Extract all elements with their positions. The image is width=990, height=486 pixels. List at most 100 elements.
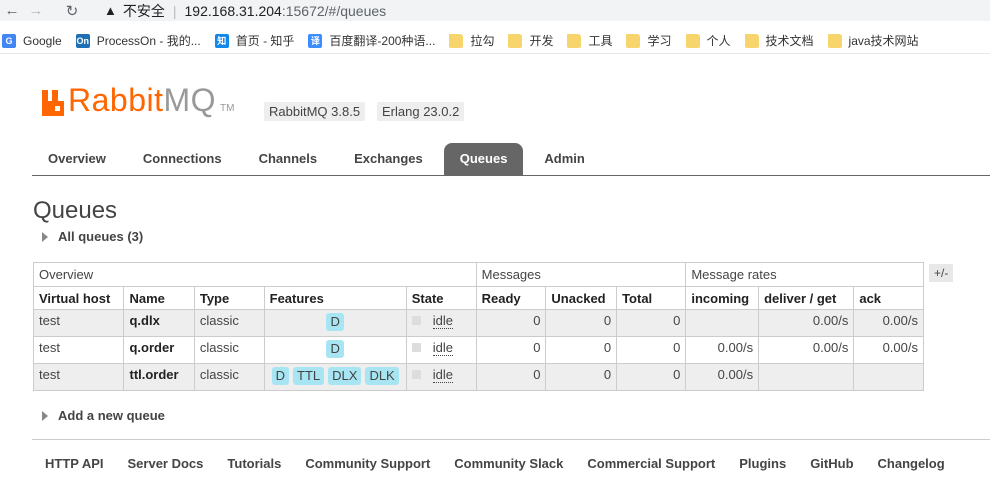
col-type[interactable]: Type [193,286,265,310]
bookmark-item[interactable]: On ProcessOn - 我的... [75,32,211,49]
state-label: idle [432,367,453,383]
cell-ready: 0 [475,309,547,337]
logo-mq-text: MQ [163,82,217,118]
cell-features: D TTL DLX DLK [263,363,407,391]
url-path: :15672/#/queues [281,2,387,19]
address-bar[interactable]: ▲ 不安全 | 192.168.31.204:15672/#/queues [96,0,990,21]
bookmark-label: 技术文档 [765,34,814,48]
footer-link-community-slack[interactable]: Community Slack [454,456,563,471]
table-group-header: Overview Messages Message rates [33,262,924,287]
feature-badge[interactable]: D [326,340,344,358]
col-ack[interactable]: ack [853,286,924,310]
footer-link-tutorials[interactable]: Tutorials [227,456,281,471]
state-indicator-icon [411,370,421,379]
browser-toolbar: ← → ↻ ▲ 不安全 | 192.168.31.204:15672/#/que… [0,0,990,21]
cell-ack [853,363,924,391]
column-options-button[interactable]: +/- [929,264,954,282]
group-header-message-rates: Message rates [685,262,924,287]
bookmark-item[interactable]: 个人 [685,32,741,49]
bookmark-item[interactable]: 译百度翻译-200种语... [308,32,445,49]
cell-state: idle [405,309,477,337]
col-deliver-get[interactable]: deliver / get [758,286,855,310]
reload-icon[interactable]: ↻ [60,0,84,21]
col-total[interactable]: Total [616,286,687,310]
insecure-label: 不安全 [122,2,165,19]
url-host: 192.168.31.204 [184,2,282,19]
footer-link-changelog[interactable]: Changelog [878,456,945,471]
footer-link-github[interactable]: GitHub [810,456,853,471]
bookmark-item[interactable]: 工具 [567,32,622,49]
footer-link-server-docs[interactable]: Server Docs [128,456,204,471]
footer-link-community-support[interactable]: Community Support [305,456,430,471]
footer: HTTP API Server Docs Tutorials Community Su… [32,439,990,486]
logo-trademark: TM [220,103,235,114]
tab-connections[interactable]: Connections [127,143,238,175]
processon-icon: On [75,33,90,48]
bookmark-item[interactable]: 拉勾 [449,32,504,49]
rabbitmq-version-badge: RabbitMQ 3.8.5 [264,102,366,121]
table-row: test ttl.order classic D TTL DLX DLK idle 0 0 0 0.0… [32,363,924,391]
bookmark-label: 开发 [529,34,554,48]
col-features[interactable]: Features [263,286,407,310]
add-queue-label: Add a new queue [58,408,165,423]
zhihu-icon: 知 [214,33,229,48]
feature-badge[interactable]: TTL [293,367,325,385]
folder-icon [567,33,582,48]
all-queues-toggle[interactable]: All queues (3) [42,229,143,244]
bookmark-label: 个人 [706,34,731,48]
cell-state: idle [405,363,477,391]
queues-table: Overview Messages Message rates Virtual … [32,262,924,391]
folder-icon [827,33,842,48]
col-state[interactable]: State [405,286,477,310]
feature-badge[interactable]: DLX [328,367,362,385]
col-name[interactable]: Name [123,286,195,310]
feature-badge[interactable]: DLK [365,367,399,385]
col-ready[interactable]: Ready [475,286,547,310]
add-queue-toggle[interactable]: Add a new queue [42,408,165,423]
rabbitmq-logo-icon [42,90,64,116]
cell-deliver-get: 0.00/s [758,309,855,337]
cell-type: classic [193,336,265,364]
cell-incoming: 0.00/s [685,363,760,391]
folder-icon [449,33,464,48]
bookmark-label: ProcessOn - 我的... [96,34,201,48]
col-incoming[interactable]: incoming [685,286,760,310]
cell-ack: 0.00/s [853,336,924,364]
cell-unacked: 0 [545,363,618,391]
cell-incoming [685,309,760,337]
footer-link-http-api[interactable]: HTTP API [45,456,104,471]
bookmark-label: 工具 [588,34,613,48]
tab-admin[interactable]: Admin [528,143,600,175]
tab-overview[interactable]: Overview [32,143,122,175]
bookmark-item[interactable]: java技术网站 [827,32,929,49]
bookmark-item[interactable]: 知首页 - 知乎 [214,32,305,49]
table-row: test q.dlx classic Didle 0 0 0 0.00/s 0.00/s [32,309,924,337]
tab-exchanges[interactable]: Exchanges [338,143,439,175]
feature-badge[interactable]: D [271,367,290,385]
cell-queue-name[interactable]: ttl.order [123,363,195,391]
cell-queue-name[interactable]: q.order [123,336,195,364]
bookmark-label: Google [23,33,62,48]
cell-state: idle [405,336,477,364]
back-arrow-icon[interactable]: ← [0,0,24,21]
page-title: Queues [33,197,118,224]
cell-features: D [263,336,407,364]
col-virtual-host[interactable]: Virtual host [32,286,125,310]
tab-channels[interactable]: Channels [243,143,334,175]
bookmark-item[interactable]: G Google [2,33,72,48]
footer-link-plugins[interactable]: Plugins [739,456,786,471]
forward-arrow-icon[interactable]: → [24,0,48,21]
erlang-version-badge: Erlang 23.0.2 [377,102,465,121]
cell-total: 0 [616,309,687,337]
bookmark-label: 学习 [647,34,672,48]
bookmark-item[interactable]: 技术文档 [744,32,824,49]
bookmark-item[interactable]: 学习 [626,32,681,49]
bookmark-item[interactable]: 开发 [508,32,563,49]
cell-queue-name[interactable]: q.dlx [123,309,195,337]
cell-features: D [263,309,407,337]
feature-badge[interactable]: D [326,313,344,331]
footer-link-commercial-support[interactable]: Commercial Support [587,456,715,471]
col-unacked[interactable]: Unacked [545,286,618,310]
tab-queues[interactable]: Queues [443,143,524,175]
rabbitmq-logo[interactable]: RabbitMQ TM [42,84,235,116]
